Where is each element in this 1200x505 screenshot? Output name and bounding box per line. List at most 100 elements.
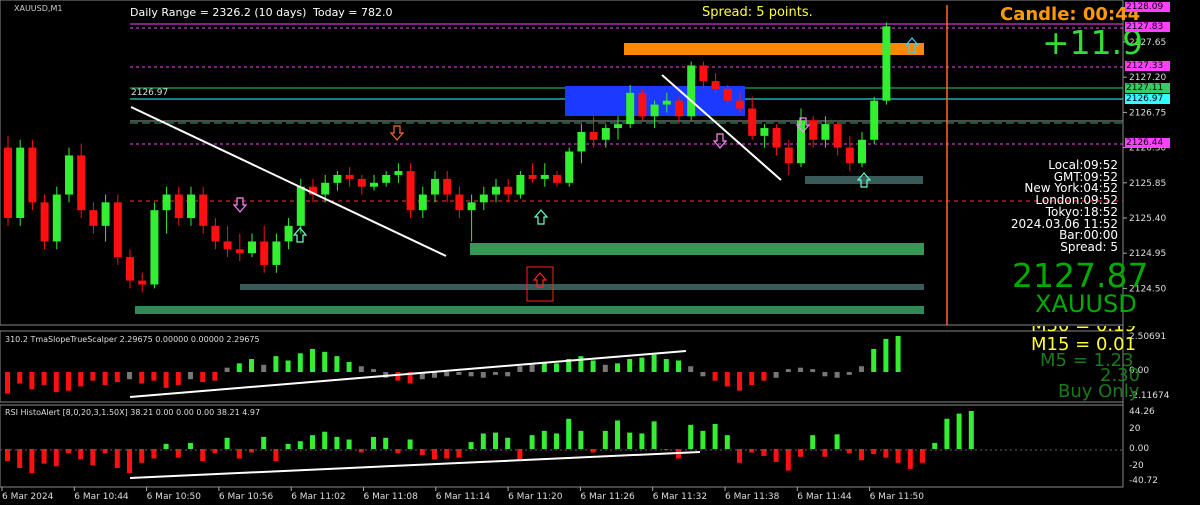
candle-body [833, 124, 842, 148]
tma-bar [493, 372, 498, 375]
tma-bar [127, 372, 132, 380]
candle-body [199, 194, 208, 226]
rsi-bar [712, 423, 718, 449]
candle-body [455, 194, 464, 211]
rsi-bar [859, 449, 864, 461]
rsi-bar [529, 435, 535, 449]
demand-zone [470, 243, 924, 255]
price-box-2: 2127.83 [1125, 22, 1170, 32]
rsi-bar [968, 411, 974, 449]
rsi-bar [29, 449, 35, 474]
tma-bar [798, 367, 803, 372]
candle-body [296, 186, 305, 226]
tma-bar [773, 372, 779, 378]
tma-bar [822, 372, 828, 377]
candle-body [370, 182, 378, 187]
today-range-text: Today = 782.0 [313, 6, 393, 19]
price-box-5: 2126.97 [1125, 94, 1170, 104]
indicator2-title: RSI HistoAlert [8,0,20,3,1.50X] 38.21 0.… [5, 408, 261, 417]
rsi-bar [639, 433, 645, 449]
candle-body [882, 26, 891, 101]
buy-signal-arrow [292, 227, 308, 243]
rsi-bar [114, 449, 120, 468]
candle-body [174, 194, 183, 218]
candle-body [211, 225, 220, 242]
sell-signal-arrow [712, 133, 728, 149]
rsi-bar [785, 449, 791, 471]
tma-bar [261, 364, 267, 372]
candle-body [40, 202, 49, 242]
tma-bar [590, 360, 596, 372]
rsi-bar [297, 441, 303, 449]
candle-body [260, 241, 269, 265]
tma-bar [712, 372, 718, 381]
tma-bar [529, 364, 535, 372]
indicator2-tick: 44.26 [1129, 407, 1155, 417]
rsi-bar [407, 439, 413, 449]
price-tick-label: 2125.40 [1129, 214, 1166, 224]
rsi-bar [383, 437, 389, 449]
tma-bar [456, 372, 462, 375]
daily-range-text: Daily Range = 2326.2 (10 days) [130, 6, 307, 19]
tma-bar [53, 372, 59, 393]
rsi-bar [261, 436, 267, 449]
candle-body [809, 120, 818, 140]
time-tick-label: 6 Mar 10:44 [74, 492, 129, 502]
rsi-bar [53, 449, 59, 467]
tma-bar [883, 338, 889, 372]
candle-body [406, 171, 415, 211]
indicator1-title: 310.2 TmaSlopeTrueScalper 2.29675 0.0000… [5, 335, 260, 344]
tma-bar [212, 372, 218, 381]
tma-bar [834, 372, 840, 378]
resistance-zone [624, 43, 924, 55]
candle-body [467, 202, 476, 211]
info-panel: Local:09:52 GMT:09:52 New York:04:52 Lon… [990, 159, 1118, 254]
candle-body [126, 257, 134, 281]
candle-body [626, 92, 635, 125]
spread-label: Spread: 5 points. [702, 5, 813, 20]
tma-bar [285, 360, 291, 372]
tma-bar [29, 372, 35, 390]
candle-body [162, 194, 171, 211]
rsi-bar [688, 424, 694, 449]
rsi-bar [310, 435, 315, 449]
rsi-bar [810, 435, 816, 449]
candle-body [65, 155, 73, 195]
tma-bar [334, 356, 340, 372]
buy-signal-arrow [533, 209, 549, 225]
candle-body [248, 241, 256, 254]
tma-bar [175, 372, 181, 385]
candle-body [77, 155, 86, 211]
tma-bar [468, 372, 474, 377]
candle-body [321, 182, 330, 195]
rsi-bar [517, 449, 523, 461]
rsi-bar [480, 433, 486, 449]
candle-body [662, 100, 671, 105]
price-tick-label: 2126.75 [1129, 108, 1166, 118]
rsi-bar [895, 449, 901, 463]
indicator2-tick: -20 [1129, 461, 1144, 471]
rsi-bar [139, 449, 145, 463]
tma-bar [663, 359, 669, 372]
rsi-bar [773, 449, 779, 462]
rsi-bar [541, 430, 547, 449]
rsi-bar [932, 442, 938, 449]
rsi-bar [163, 443, 169, 449]
rsi-bar [602, 430, 608, 449]
rsi-bar [90, 449, 96, 466]
candle-body [821, 124, 830, 140]
tma-bar [188, 372, 193, 380]
candle-body [52, 194, 61, 242]
candle-body [382, 174, 391, 183]
tma-bar [371, 369, 376, 372]
candle-body [187, 194, 195, 218]
rsi-bar [200, 449, 206, 462]
chart-window[interactable]: { "window":{"symbol_title":"XAUUSD,M1","… [0, 0, 1200, 505]
rsi-bar [273, 449, 279, 462]
price-box-1: 2128.09 [1125, 2, 1170, 12]
tma-bar [505, 372, 511, 377]
candle-body [16, 147, 25, 218]
indicator2-tick: 20 [1129, 424, 1141, 434]
tma-bar [737, 372, 742, 391]
rsi-bar [334, 436, 340, 449]
